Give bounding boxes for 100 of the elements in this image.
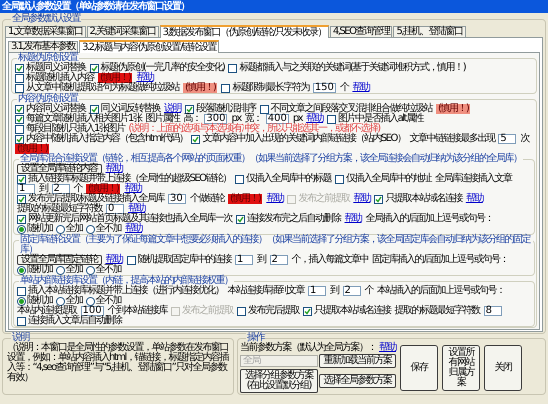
checkbox[interactable]	[260, 104, 268, 114]
input-field[interactable]: 2	[52, 184, 70, 194]
tab[interactable]: 3.1,发布基本参数	[8, 41, 78, 52]
checkbox-label: 只提取本站域名连接	[314, 306, 391, 316]
input-field[interactable]: 30	[168, 194, 186, 204]
help-link[interactable]: 帮助	[352, 83, 370, 93]
help-link[interactable]: 帮助	[106, 164, 122, 174]
help-link[interactable]: 说明	[164, 104, 181, 114]
checkbox[interactable]	[235, 174, 244, 184]
radio-label: 全不加	[96, 224, 121, 234]
field-label: 提取的标题最短字符数	[394, 306, 480, 316]
help-link[interactable]: 帮助	[106, 255, 122, 265]
checkbox[interactable]	[17, 174, 26, 184]
help-link[interactable]: 帮助	[466, 194, 483, 204]
input-field[interactable]: 300	[204, 114, 228, 124]
field-label: 宽：	[244, 114, 262, 124]
button[interactable]: 选择全局参数方案	[318, 374, 396, 388]
input-field[interactable]: 400	[266, 114, 289, 124]
input-field[interactable]: 0	[106, 204, 124, 214]
checkbox-label: 每篇文章随机插入相关图片1张	[26, 114, 142, 124]
input-field[interactable]: 5	[498, 134, 516, 144]
button[interactable]: 设置全局库链轮内容	[17, 164, 102, 174]
checkbox[interactable]	[15, 74, 24, 82]
radio-button[interactable]	[17, 266, 26, 274]
button[interactable]: 设置所有网站归属方案	[442, 345, 480, 391]
tab[interactable]: 3.2,标题与内容伪原创设置/链轮设置	[79, 40, 220, 53]
group-title: 全局参数默认设置	[11, 14, 81, 24]
button[interactable]: 设置全局库固定链轮	[17, 255, 102, 265]
checkbox[interactable]	[15, 114, 24, 124]
help-link[interactable]: 帮助	[125, 224, 142, 234]
help-link[interactable]: 帮助	[379, 343, 396, 353]
checkbox[interactable]	[126, 256, 136, 264]
checkbox[interactable]	[15, 134, 24, 144]
checkbox[interactable]	[374, 194, 384, 204]
radio-button[interactable]	[17, 224, 26, 234]
radio-button[interactable]	[56, 224, 64, 234]
checkbox[interactable]	[221, 84, 230, 92]
input-field[interactable]: 1	[17, 184, 35, 194]
checkbox[interactable]	[17, 214, 26, 224]
checkbox-label: 每段目随机只插入1张图片	[26, 124, 124, 134]
radio-button[interactable]	[56, 266, 64, 274]
radio-button[interactable]	[56, 296, 64, 306]
checkbox[interactable]	[303, 306, 312, 316]
checkbox[interactable]	[15, 64, 24, 72]
button[interactable]: 保存	[400, 345, 438, 391]
button[interactable]: 关闭	[484, 345, 522, 391]
radio-button[interactable]	[17, 296, 26, 306]
tab[interactable]: 5,挂机、登陆窗口	[393, 26, 466, 37]
field-label: 全局库连接插入文章	[435, 174, 512, 184]
input-field[interactable]: 1	[308, 286, 326, 296]
section-title: 标题伪原创设置	[17, 53, 78, 63]
field-label: 到	[330, 286, 338, 296]
radio-button[interactable]	[86, 296, 94, 306]
input-field[interactable]: 100	[80, 306, 104, 316]
help-link[interactable]: 帮助	[124, 184, 142, 194]
field-label: px	[231, 114, 241, 124]
checkbox[interactable]	[17, 194, 26, 204]
radio-button[interactable]	[86, 266, 94, 274]
button[interactable]: 选择分组参数方案 (在此设置默分组)	[240, 369, 318, 393]
help-link[interactable]: 帮助	[128, 204, 145, 214]
checkbox[interactable]	[185, 104, 194, 114]
tab[interactable]: 3,数据发布窗口（伪原创/链轮/只发未收录）	[160, 25, 329, 38]
radio-label: 随机加	[27, 224, 52, 234]
input-field[interactable]: 8	[484, 306, 502, 316]
checkbox-label: 内容同义词替换	[26, 104, 86, 114]
help-link[interactable]: 帮助	[353, 194, 370, 204]
help-link[interactable]: 帮助	[306, 114, 324, 124]
checkbox[interactable]	[15, 104, 24, 114]
input-field[interactable]: 2	[270, 255, 288, 265]
warning-label: (慎用！)	[15, 144, 50, 154]
checkbox-label: 同义词反转替换	[100, 104, 160, 114]
checkbox[interactable]	[191, 134, 200, 144]
checkbox[interactable]	[15, 84, 24, 92]
tab[interactable]: 4,SEO查询管理	[330, 26, 392, 37]
note-text: (说明：上面的选项与本选项有冲突，所以只能选其一，或都不选择)	[128, 124, 380, 134]
help-link[interactable]: 帮助	[344, 214, 362, 224]
input-field[interactable]: 150	[312, 83, 336, 93]
checkbox[interactable]	[237, 306, 246, 316]
checkbox[interactable]	[15, 124, 24, 134]
button[interactable]: 重新加载当前方案	[318, 354, 396, 368]
help-link[interactable]: 帮助	[266, 194, 284, 204]
checkbox[interactable]	[17, 316, 26, 326]
checkbox[interactable]	[335, 174, 344, 184]
radio-button[interactable]	[86, 224, 94, 234]
input-field[interactable]: 1	[235, 255, 253, 265]
checkbox[interactable]	[90, 104, 98, 114]
checkbox[interactable]	[236, 214, 245, 224]
checkbox-label: 连接发布完之后自动删除	[247, 214, 340, 224]
checkbox[interactable]	[327, 114, 336, 124]
input-field[interactable]: 2	[342, 286, 360, 296]
help-link[interactable]: 帮助	[136, 73, 154, 83]
panel-title: 操作	[246, 333, 265, 343]
checkbox-label: 标题伪原创(一完几率的安全变化)	[100, 63, 224, 73]
checkbox[interactable]	[90, 64, 98, 72]
tab[interactable]: 2,关键词采集窗口	[86, 26, 159, 37]
field-label: 个	[340, 83, 348, 93]
tab[interactable]: 1,文章数据采集窗口	[5, 26, 86, 37]
checkbox[interactable]	[228, 64, 238, 72]
checkbox-label: 发布之前提取	[298, 194, 350, 204]
checkbox[interactable]	[17, 286, 26, 296]
